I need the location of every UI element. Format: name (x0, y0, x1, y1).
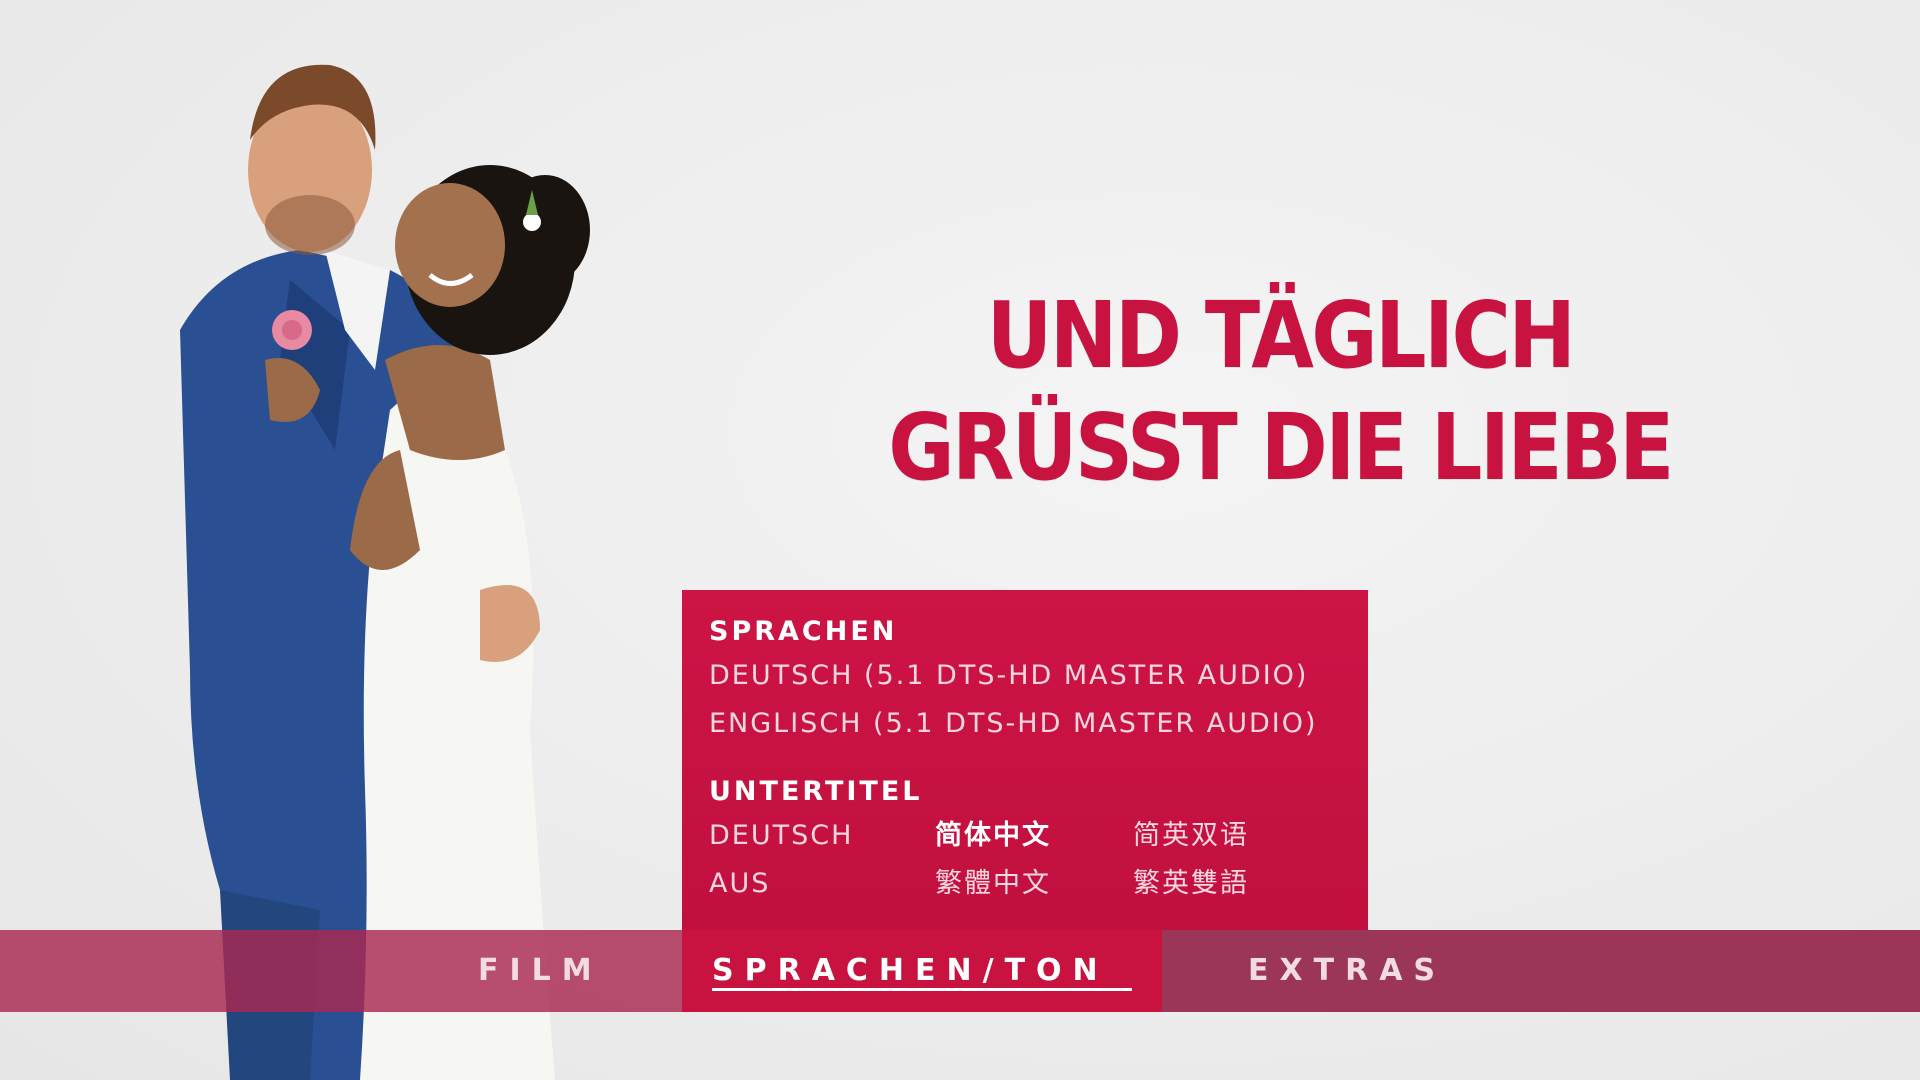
nav-extras[interactable]: EXTRAS (1248, 930, 1446, 1012)
audio-option-deutsch[interactable]: DEUTSCH (5.1 DTS-HD MASTER AUDIO) (709, 652, 1348, 700)
nav-active-underline (712, 988, 1132, 991)
audio-option-englisch[interactable]: ENGLISCH (5.1 DTS-HD MASTER AUDIO) (709, 700, 1348, 748)
subtitle-option-simplified-bilingual[interactable]: 简英双语 (1133, 812, 1353, 860)
movie-title-line-1: UND TÄGLICH (986, 282, 1576, 389)
subtitle-options-grid: DEUTSCH 简体中文 简英双语 AUS 繁體中文 繁英雙語 (709, 812, 1348, 908)
nav-film[interactable]: FILM (478, 930, 603, 1012)
subtitle-option-traditional-chinese[interactable]: 繁體中文 (935, 860, 1133, 908)
nav-languages-sound[interactable]: SPRACHEN/TON (712, 930, 1109, 1012)
movie-title-line-2: GRÜSST DIE LIEBE (888, 394, 1674, 501)
subtitles-header: UNTERTITEL (709, 776, 923, 807)
subtitle-option-deutsch[interactable]: DEUTSCH (709, 812, 935, 860)
subtitle-option-traditional-bilingual[interactable]: 繁英雙語 (1133, 860, 1353, 908)
movie-title: UND TÄGLICH GRÜSST DIE LIEBE (875, 280, 1685, 504)
couple-photo (160, 30, 740, 1080)
subtitle-option-aus[interactable]: AUS (709, 860, 935, 908)
languages-header: SPRACHEN (709, 616, 898, 647)
disc-menu-screen: UND TÄGLICH GRÜSST DIE LIEBE SPRACHEN DE… (0, 0, 1920, 1080)
subtitle-option-simplified-chinese[interactable]: 简体中文 (935, 812, 1133, 860)
